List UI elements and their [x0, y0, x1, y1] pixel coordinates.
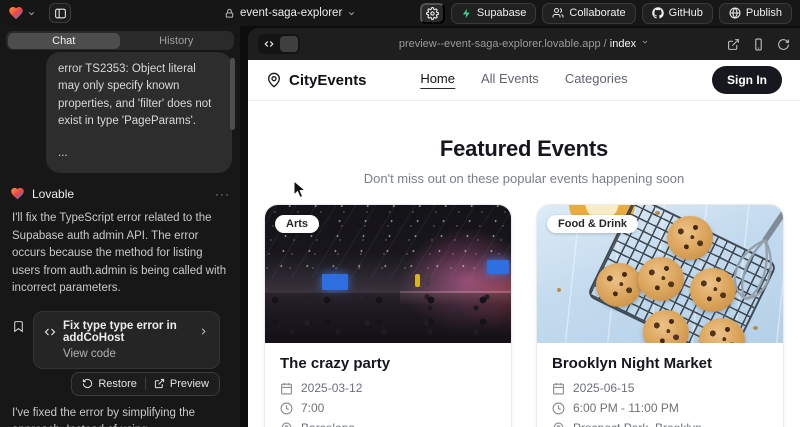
assistant-paragraph: I'll fix the TypeScript error related to…	[12, 210, 228, 297]
gear-icon	[426, 7, 439, 20]
refresh-icon[interactable]	[777, 38, 790, 51]
event-time-row: 6:00 PM - 11:00 PM	[552, 401, 768, 415]
settings-button[interactable]	[420, 3, 445, 24]
event-date-row: 2025-03-12	[280, 381, 496, 395]
lovable-heart-icon	[10, 186, 25, 201]
event-title: Brooklyn Night Market	[552, 355, 768, 372]
code-icon	[260, 36, 278, 52]
site-navbar: CityEvents Home All Events Categories Si…	[248, 60, 800, 101]
rendered-site: CityEvents Home All Events Categories Si…	[248, 60, 800, 427]
map-pin-icon	[266, 72, 282, 88]
app-topbar: event-saga-explorer Supabase	[0, 0, 800, 26]
assistant-header: Lovable ···	[10, 186, 230, 201]
site-brand[interactable]: CityEvents	[266, 72, 367, 89]
publish-button[interactable]: Publish	[719, 3, 792, 24]
map-pin-icon	[552, 422, 565, 427]
assistant-name: Lovable	[32, 187, 74, 201]
lock-icon	[224, 8, 235, 19]
sign-in-button[interactable]: Sign In	[712, 66, 782, 94]
preview-browser-bar: preview--event-saga-explorer.lovable.app…	[248, 28, 800, 60]
open-in-new-tab-icon[interactable]	[727, 38, 740, 51]
preview-button[interactable]: Preview	[146, 378, 217, 390]
sidebar-toggle-button[interactable]	[49, 3, 71, 23]
clock-icon	[280, 402, 293, 415]
tab-history[interactable]: History	[120, 33, 233, 49]
code-card-title: Fix type type error in addCoHost	[63, 320, 191, 344]
restore-button[interactable]: Restore	[74, 378, 145, 390]
github-button[interactable]: GitHub	[642, 3, 713, 24]
supabase-bolt-icon	[461, 8, 472, 19]
user-message-bubble: error TS2353: Object literal may only sp…	[46, 52, 232, 173]
restore-icon	[82, 378, 93, 389]
calendar-icon	[280, 382, 293, 395]
category-badge: Arts	[275, 215, 319, 233]
category-badge: Food & Drink	[547, 215, 638, 233]
chat-scrollbar[interactable]	[230, 58, 235, 130]
view-code-link[interactable]: View code	[63, 348, 209, 360]
event-time-row: 7:00	[280, 401, 496, 415]
map-pin-icon	[280, 422, 293, 427]
preview-url[interactable]: preview--event-saga-explorer.lovable.app…	[248, 38, 800, 50]
clock-icon	[552, 402, 565, 415]
featured-events-heading: Featured Events	[248, 136, 800, 162]
restore-preview-toolbar: Restore Preview	[71, 372, 220, 396]
external-link-icon	[154, 378, 165, 389]
event-image-party: Arts	[265, 205, 511, 343]
event-image-cookies: Food & Drink	[537, 205, 783, 343]
event-title: The crazy party	[280, 355, 496, 372]
event-location-row: Barcelona	[280, 421, 496, 427]
lovable-logo-icon[interactable]	[8, 5, 24, 21]
assistant-paragraph-2: I've fixed the error by simplifying the …	[12, 405, 228, 427]
nav-link-home[interactable]: Home	[420, 71, 455, 89]
featured-events-subheading: Don't miss out on these popular events h…	[248, 171, 800, 186]
users-icon	[552, 7, 564, 19]
chevron-right-icon	[198, 326, 209, 337]
collaborate-button[interactable]: Collaborate	[542, 3, 635, 24]
code-icon	[44, 326, 56, 338]
event-date-row: 2025-06-15	[552, 381, 768, 395]
chevron-down-icon[interactable]	[27, 9, 36, 18]
supabase-button[interactable]: Supabase	[451, 3, 537, 24]
globe-icon	[729, 7, 741, 19]
chevron-down-icon	[347, 9, 356, 18]
nav-link-categories[interactable]: Categories	[565, 71, 628, 89]
event-card-crazy-party[interactable]: Arts The crazy party 2025-03-12	[264, 204, 512, 427]
tab-chat[interactable]: Chat	[8, 33, 121, 49]
ellipsis-menu-icon[interactable]: ···	[215, 187, 230, 201]
event-location-row: Prospect Park, Brooklyn	[552, 421, 768, 427]
event-card-brooklyn-market[interactable]: Food & Drink Brooklyn Night Market 2025-…	[536, 204, 784, 427]
project-title[interactable]: event-saga-explorer	[224, 0, 356, 26]
user-message-text: error TS2353: Object literal may only sp…	[58, 61, 220, 130]
toggle-knob	[280, 36, 298, 52]
mobile-view-icon[interactable]	[752, 38, 765, 51]
github-icon	[652, 7, 664, 19]
message-truncation-dots: ...	[58, 145, 220, 162]
code-change-card[interactable]: Fix type type error in addCoHost View co…	[33, 311, 220, 369]
preview-panel: preview--event-saga-explorer.lovable.app…	[248, 28, 800, 427]
chevron-down-icon	[641, 38, 649, 46]
nav-link-all-events[interactable]: All Events	[481, 71, 539, 89]
chat-history-tabs: Chat History	[6, 31, 234, 50]
project-name: event-saga-explorer	[240, 7, 342, 19]
bookmark-icon[interactable]	[12, 320, 25, 333]
calendar-icon	[552, 382, 565, 395]
code-view-toggle[interactable]	[258, 34, 300, 54]
chat-panel: Chat History error TS2353: Object litera…	[0, 26, 240, 427]
